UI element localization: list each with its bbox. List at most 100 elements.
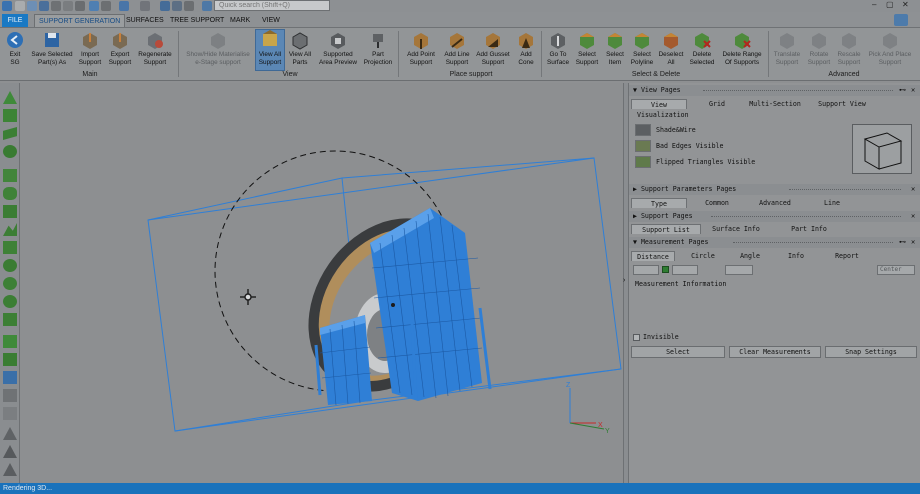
tab-view-pages-support-view[interactable]: Support View bbox=[809, 99, 875, 109]
tab-support-params-advanced[interactable]: Advanced bbox=[753, 198, 797, 208]
pin-icon[interactable]: ⊷ bbox=[899, 85, 906, 96]
support-view-icon[interactable] bbox=[89, 1, 99, 11]
triangle-select-icon[interactable] bbox=[3, 91, 17, 104]
exit-sg-button[interactable]: Exit SG bbox=[2, 30, 28, 66]
snap-settings-button[interactable]: Snap Settings bbox=[825, 346, 917, 358]
tab-view-pages-grid[interactable]: Grid bbox=[697, 99, 737, 109]
tab-tree-support[interactable]: TREE SUPPORT bbox=[170, 14, 224, 27]
select-item-button[interactable]: Select Item bbox=[602, 30, 628, 66]
measure-mode-select[interactable] bbox=[725, 265, 753, 275]
mesh-select-icon[interactable] bbox=[3, 241, 17, 254]
tab-support-generation[interactable]: SUPPORT GENERATION bbox=[34, 14, 126, 27]
tab-surfaces[interactable]: SURFACES bbox=[126, 14, 164, 27]
center-select[interactable]: Center bbox=[877, 265, 915, 275]
layers-icon[interactable] bbox=[63, 1, 73, 11]
add-line-support-button[interactable]: Add Line Support bbox=[440, 30, 474, 66]
rotate-support-button[interactable]: Rotate Support bbox=[804, 30, 834, 66]
tab-distance[interactable]: Distance bbox=[631, 251, 675, 261]
view-pages-header[interactable]: ▼ View Pages ⊷ ✕ bbox=[629, 85, 920, 96]
close-icon[interactable]: ✕ bbox=[911, 85, 915, 96]
close-button[interactable]: ✕ bbox=[902, 0, 909, 9]
cluster-select-icon[interactable] bbox=[3, 259, 17, 272]
tab-support-params-common[interactable]: Common bbox=[695, 198, 739, 208]
show-hide-materialise-button[interactable]: Show/Hide Materialise e-Stage support bbox=[182, 30, 254, 66]
cube-wire-icon[interactable] bbox=[3, 407, 17, 420]
cube-green-icon[interactable] bbox=[3, 335, 17, 348]
rescale-support-button[interactable]: Rescale Support bbox=[834, 30, 864, 66]
invisible-checkbox[interactable] bbox=[633, 334, 640, 341]
add-point-support-button[interactable]: Add Point Support bbox=[402, 30, 440, 66]
select-button[interactable]: Select bbox=[631, 346, 725, 358]
translate-support-button[interactable]: Translate Support bbox=[770, 30, 804, 66]
select-polyline-button[interactable]: Select Polyline bbox=[628, 30, 656, 66]
export-support-button[interactable]: Export Support bbox=[106, 30, 134, 66]
add-gusset-support-button[interactable]: Add Gusset Support bbox=[474, 30, 512, 66]
brush-select-icon[interactable] bbox=[3, 205, 17, 218]
new-file-icon[interactable] bbox=[15, 1, 25, 11]
sphere-select-icon[interactable] bbox=[3, 145, 17, 158]
3d-viewport[interactable]: Z X Y bbox=[20, 83, 623, 483]
minimize-button[interactable]: – bbox=[872, 0, 876, 9]
pin-icon[interactable]: ⊷ bbox=[899, 237, 906, 248]
import-icon[interactable] bbox=[51, 1, 61, 11]
regenerate-support-button[interactable]: Regenerate Support bbox=[136, 30, 174, 66]
save-selected-button[interactable]: Save Selected Part(s) As bbox=[30, 30, 74, 66]
triangle-grey-icon[interactable] bbox=[3, 427, 17, 440]
invert-select-icon[interactable] bbox=[3, 313, 17, 326]
help-icon[interactable] bbox=[894, 14, 908, 26]
triangle-dark-icon[interactable] bbox=[3, 445, 17, 458]
tab-surface-info[interactable]: Surface Info bbox=[711, 224, 761, 234]
go-to-surface-button[interactable]: Go To Surface bbox=[544, 30, 572, 66]
cube-grey-icon[interactable] bbox=[3, 389, 17, 402]
color-swatch-icon[interactable] bbox=[662, 266, 669, 273]
add-cone-button[interactable]: Add Cone bbox=[514, 30, 538, 66]
tab-angle[interactable]: Angle bbox=[733, 251, 767, 261]
tab-support-params-type[interactable]: Type bbox=[631, 198, 687, 208]
triangle-edit-icon[interactable] bbox=[3, 463, 17, 476]
import-support-button[interactable]: Import Support bbox=[76, 30, 104, 66]
clear-measurements-button[interactable]: Clear Measurements bbox=[729, 346, 821, 358]
undo-icon[interactable] bbox=[119, 1, 129, 11]
plane-select-icon[interactable] bbox=[3, 127, 17, 140]
tab-view-pages-view[interactable]: View bbox=[631, 99, 687, 109]
measure-icon[interactable] bbox=[184, 1, 194, 11]
measure-point-a-select[interactable] bbox=[633, 265, 659, 275]
shrink-select-icon[interactable] bbox=[3, 295, 17, 308]
parts-icon[interactable] bbox=[75, 1, 85, 11]
open-file-icon[interactable] bbox=[27, 1, 37, 11]
view-all-parts-button[interactable]: View All Parts bbox=[286, 30, 314, 66]
scene-canvas[interactable]: Z X Y bbox=[20, 83, 623, 483]
view-all-support-button[interactable]: View All Support bbox=[255, 29, 285, 71]
surface-select-icon[interactable] bbox=[3, 109, 17, 122]
support-parameters-header[interactable]: ▶ Support Parameters Pages ✕ bbox=[629, 184, 920, 195]
tab-view-pages-multi-section[interactable]: Multi-Section bbox=[745, 99, 805, 109]
shade-wire-option[interactable]: Shade&Wire bbox=[635, 123, 696, 137]
tab-info[interactable]: Info bbox=[781, 251, 811, 261]
supported-area-preview-button[interactable]: Supported Area Preview bbox=[316, 30, 360, 66]
close-icon[interactable]: ✕ bbox=[911, 211, 915, 222]
tab-mark[interactable]: MARK bbox=[230, 14, 250, 27]
redo-icon[interactable] bbox=[140, 1, 150, 11]
tab-support-list[interactable]: Support List bbox=[631, 224, 701, 234]
save-icon[interactable] bbox=[39, 1, 49, 11]
cube-outline-icon[interactable] bbox=[3, 353, 17, 366]
close-icon[interactable]: ✕ bbox=[911, 237, 915, 248]
cube-color-icon[interactable] bbox=[3, 371, 17, 384]
select-support-button[interactable]: Select Support bbox=[572, 30, 602, 66]
polyline-select-icon[interactable] bbox=[3, 223, 17, 236]
tab-file[interactable]: FILE bbox=[2, 14, 28, 27]
tab-report[interactable]: Report bbox=[827, 251, 867, 261]
part-projection-button[interactable]: Part Projection bbox=[362, 30, 394, 66]
quick-search-input[interactable] bbox=[214, 0, 330, 11]
pick-and-place-support-button[interactable]: Pick And Place Support bbox=[864, 30, 916, 66]
measure-point-b-select[interactable] bbox=[672, 265, 698, 275]
flipped-triangles-option[interactable]: Flipped Triangles Visible bbox=[635, 155, 755, 169]
grid-icon[interactable] bbox=[101, 1, 111, 11]
tab-part-info[interactable]: Part Info bbox=[789, 224, 829, 234]
lasso-select-icon[interactable] bbox=[3, 187, 17, 200]
tab-view[interactable]: VIEW bbox=[262, 14, 280, 27]
tab-circle[interactable]: Circle bbox=[685, 251, 721, 261]
select-mode-icon[interactable] bbox=[160, 1, 170, 11]
tab-support-params-line[interactable]: Line bbox=[817, 198, 847, 208]
bad-edges-option[interactable]: Bad Edges Visible bbox=[635, 139, 724, 153]
